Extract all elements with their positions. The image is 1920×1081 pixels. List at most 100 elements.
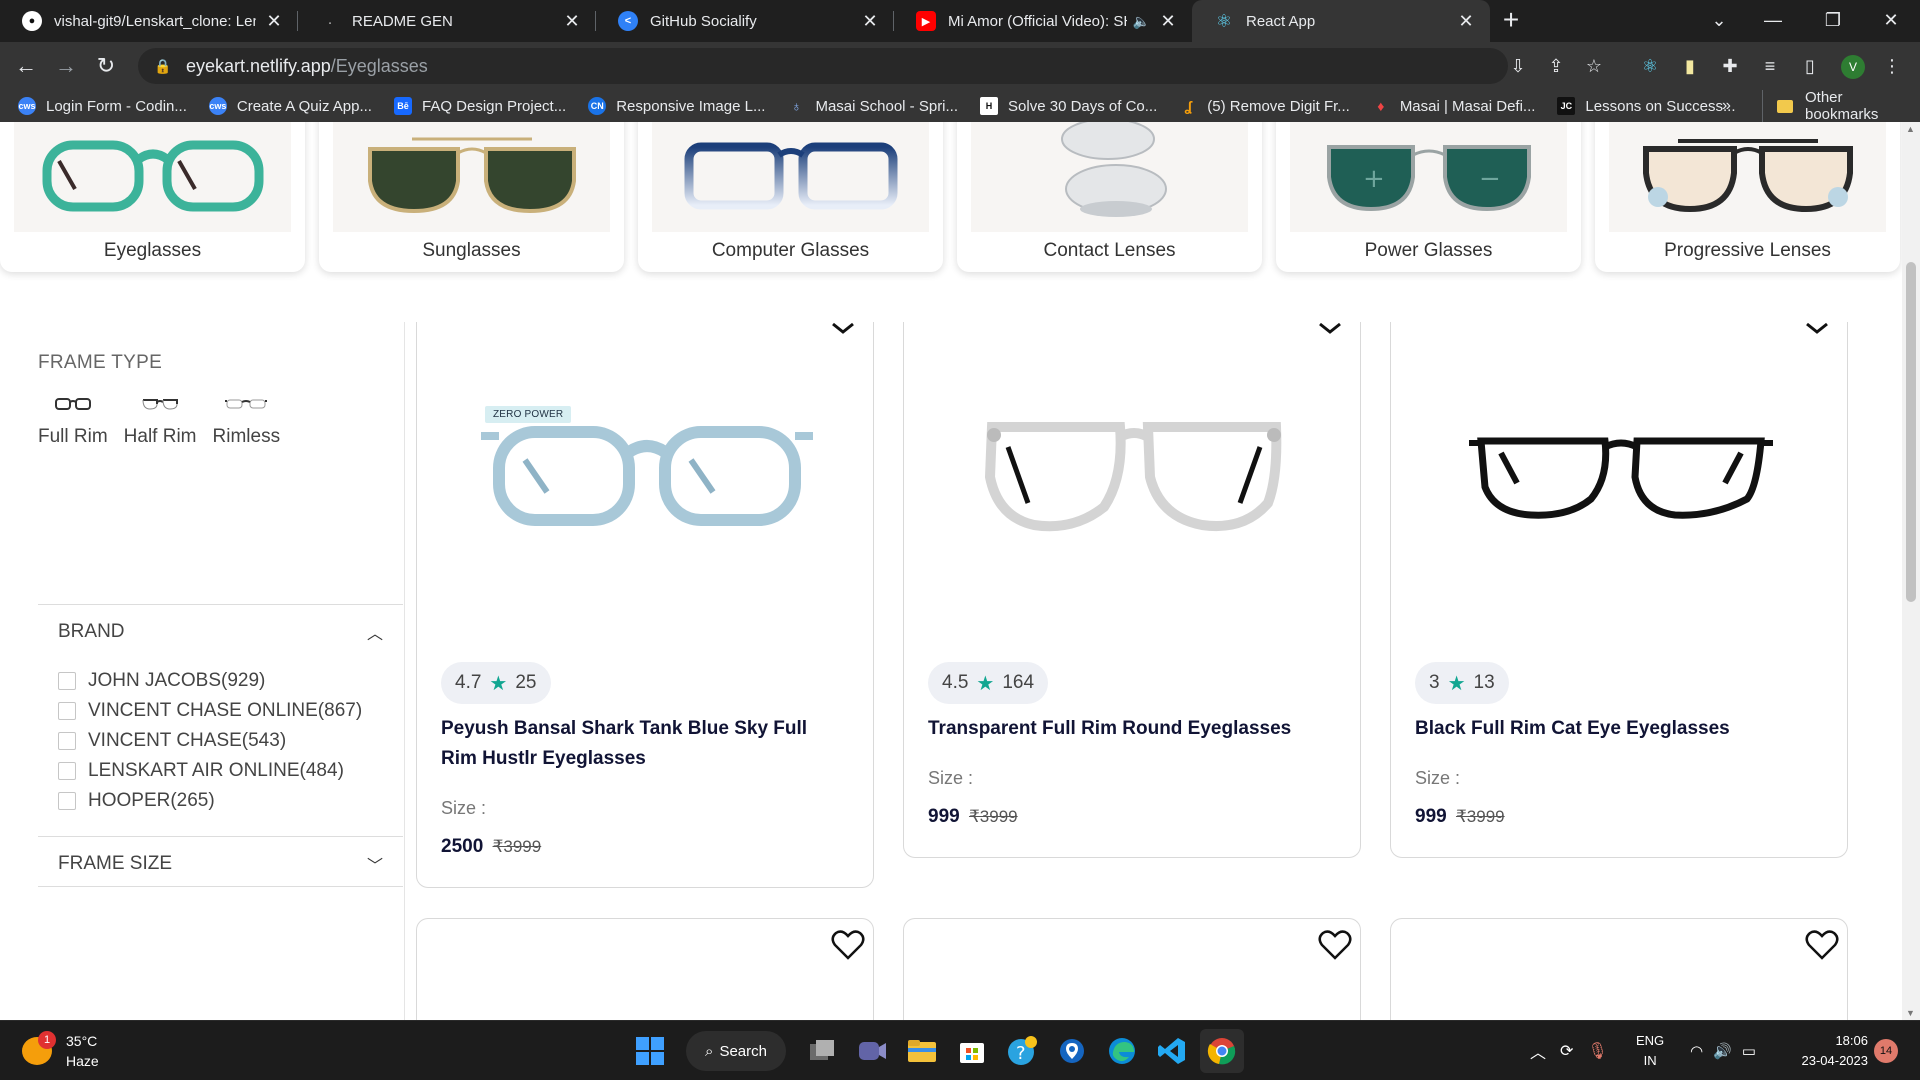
frame-type-half-rim[interactable]: Half Rim <box>124 394 197 448</box>
bookmark-star-icon[interactable]: ☆ <box>1580 52 1608 80</box>
scrollbar-thumb[interactable] <box>1906 262 1916 602</box>
address-bar[interactable]: 🔒 eyekart.netlify.app/Eyeglasses ⇩ ⇪ ☆ <box>138 48 1602 84</box>
profile-avatar[interactable]: V <box>1841 55 1865 79</box>
volume-icon[interactable]: 🔊 <box>1713 1042 1732 1060</box>
task-view-icon[interactable] <box>800 1029 844 1073</box>
checkbox[interactable] <box>58 792 76 810</box>
frame-type-full-rim[interactable]: Full Rim <box>38 394 108 448</box>
product-card[interactable]: 3 ★ 13 Black Full Rim Cat Eye Eyeglasses S… <box>1390 322 1848 858</box>
tab-react-app[interactable]: ⚛ React App ✕ <box>1192 0 1490 42</box>
close-icon[interactable]: ✕ <box>860 11 880 31</box>
product-card[interactable] <box>416 918 874 1020</box>
product-card[interactable] <box>1390 918 1848 1020</box>
brand-option[interactable]: VINCENT CHASE ONLINE(867) <box>58 696 362 726</box>
close-icon[interactable]: ✕ <box>1456 11 1476 31</box>
heart-icon[interactable] <box>1318 929 1352 961</box>
forward-icon[interactable]: → <box>46 46 86 86</box>
bookmark-item[interactable]: H Solve 30 Days of Co... <box>980 97 1157 115</box>
checkbox[interactable] <box>58 702 76 720</box>
category-card-contact-lenses[interactable]: Contact Lenses <box>957 122 1262 272</box>
meet-icon[interactable] <box>850 1029 894 1073</box>
wifi-icon[interactable]: ◠ <box>1690 1042 1703 1060</box>
product-card[interactable]: 4.5 ★ 164 Transparent Full Rim Round Eyegl… <box>903 322 1361 858</box>
taskbar-clock[interactable]: 18:06 23-04-2023 <box>1786 1031 1869 1071</box>
new-tab-button[interactable]: + <box>1490 0 1532 42</box>
frame-type-rimless[interactable]: Rimless <box>213 394 280 448</box>
battery-icon[interactable]: ▭ <box>1742 1042 1756 1060</box>
get-help-icon[interactable]: ? <box>1000 1029 1044 1073</box>
windows-start-icon[interactable] <box>628 1029 672 1073</box>
menu-kebab-icon[interactable]: ⋮ <box>1878 52 1906 80</box>
speaker-icon[interactable]: 🔈 <box>1133 13 1150 30</box>
checkbox[interactable] <box>58 762 76 780</box>
heart-icon[interactable] <box>1805 929 1839 961</box>
bookmark-item[interactable]: CN Responsive Image L... <box>588 97 765 115</box>
microphone-icon[interactable]: 🎙 <box>1587 1041 1607 1061</box>
brand-option[interactable]: VINCENT CHASE(543) <box>58 726 362 756</box>
category-card-power-glasses[interactable]: + − Power Glasses <box>1276 122 1581 272</box>
page-scrollbar[interactable]: ▲ ▼ <box>1902 122 1920 1020</box>
tab-socialify[interactable]: < GitHub Socialify ✕ <box>596 0 894 42</box>
product-name[interactable]: Peyush Bansal Shark Tank Blue Sky Full R… <box>441 714 841 774</box>
chevron-down-icon[interactable] <box>1316 320 1344 340</box>
share-icon[interactable]: ⇪ <box>1542 52 1570 80</box>
bookmark-item[interactable]: cws Create A Quiz App... <box>208 97 372 115</box>
close-icon[interactable]: ✕ <box>264 11 284 31</box>
scroll-down-icon[interactable]: ▼ <box>1906 1008 1915 1018</box>
category-card-computer-glasses[interactable]: Computer Glasses <box>638 122 943 272</box>
chevron-up-icon[interactable]: ︿ <box>367 620 383 644</box>
bookmark-item[interactable]: Bē FAQ Design Project... <box>393 97 566 115</box>
bookmark-item[interactable]: ♦ Masai | Masai Defi... <box>1372 97 1535 115</box>
input-language[interactable]: ENG IN <box>1636 1031 1664 1071</box>
react-devtools-icon[interactable]: ⚛ <box>1636 52 1664 80</box>
reload-icon[interactable]: ↻ <box>86 46 126 86</box>
category-card-sunglasses[interactable]: Sunglasses <box>319 122 624 272</box>
category-card-progressive-lenses[interactable]: Progressive Lenses <box>1595 122 1900 272</box>
minimize-icon[interactable]: — <box>1744 0 1802 42</box>
vscode-icon[interactable] <box>1150 1029 1194 1073</box>
close-icon[interactable]: ✕ <box>562 11 582 31</box>
brand-filter-header[interactable]: BRAND ︿ <box>58 620 383 644</box>
notification-badge[interactable]: 14 <box>1874 1039 1898 1063</box>
tab-github[interactable]: ● vishal-git9/Lenskart_clone: Lensk ✕ <box>0 0 298 42</box>
product-name[interactable]: Transparent Full Rim Round Eyeglasses <box>928 714 1328 744</box>
bookmark-item[interactable]: ♁ Masai School - Spri... <box>787 97 958 115</box>
heart-icon[interactable] <box>831 929 865 961</box>
bookmark-item[interactable]: JC Lessons on Success... <box>1557 97 1736 115</box>
chevron-down-icon[interactable] <box>1803 320 1831 340</box>
maps-pin-icon[interactable] <box>1050 1029 1094 1073</box>
scroll-up-icon[interactable]: ▲ <box>1906 124 1915 134</box>
chevron-down-icon[interactable]: ﹀ <box>367 852 383 876</box>
brand-option[interactable]: HOOPER(265) <box>58 786 362 816</box>
back-icon[interactable]: ← <box>6 46 46 86</box>
tab-search-icon[interactable]: ⌄ <box>1690 0 1748 42</box>
category-card-eyeglasses[interactable]: Eyeglasses <box>0 122 305 272</box>
chrome-browser-icon[interactable] <box>1200 1029 1244 1073</box>
product-name[interactable]: Black Full Rim Cat Eye Eyeglasses <box>1415 714 1815 744</box>
install-icon[interactable]: ⇩ <box>1504 52 1532 80</box>
bookmarks-overflow-button[interactable]: » <box>1722 90 1731 122</box>
brand-option[interactable]: JOHN JACOBS(929) <box>58 666 362 696</box>
extension-note-icon[interactable]: ▮ <box>1676 52 1704 80</box>
edge-browser-icon[interactable] <box>1100 1029 1144 1073</box>
tab-youtube[interactable]: ▶ Mi Amor (Official Video): SH/ 🔈 ✕ <box>894 0 1192 42</box>
ms-store-icon[interactable] <box>950 1029 994 1073</box>
bookmark-item[interactable]: cws Login Form - Codin... <box>18 97 187 115</box>
weather-widget[interactable]: 1 35°C Haze <box>22 1031 99 1071</box>
product-card[interactable]: ZERO POWER 4.7 ★ 25 Peyush Bansal Shark Ta… <box>416 322 874 888</box>
extensions-puzzle-icon[interactable]: ✚ <box>1716 52 1744 80</box>
brand-option[interactable]: LENSKART AIR ONLINE(484) <box>58 756 362 786</box>
sync-icon[interactable]: ⟳ <box>1560 1041 1573 1061</box>
close-window-icon[interactable]: ✕ <box>1862 0 1920 42</box>
media-control-icon[interactable]: ≡ <box>1756 52 1784 80</box>
file-explorer-icon[interactable] <box>900 1029 944 1073</box>
checkbox[interactable] <box>58 732 76 750</box>
chevron-down-icon[interactable] <box>829 320 857 340</box>
restore-icon[interactable]: ❐ <box>1804 0 1862 42</box>
chevron-up-icon[interactable]: ︿ <box>1530 1039 1546 1063</box>
close-icon[interactable]: ✕ <box>1158 11 1178 31</box>
other-bookmarks-folder[interactable]: Other bookmarks <box>1762 89 1920 123</box>
checkbox[interactable] <box>58 672 76 690</box>
frame-size-filter-header[interactable]: FRAME SIZE ﹀ <box>58 852 383 876</box>
bookmark-item[interactable]: ʆ (5) Remove Digit Fr... <box>1179 97 1350 115</box>
